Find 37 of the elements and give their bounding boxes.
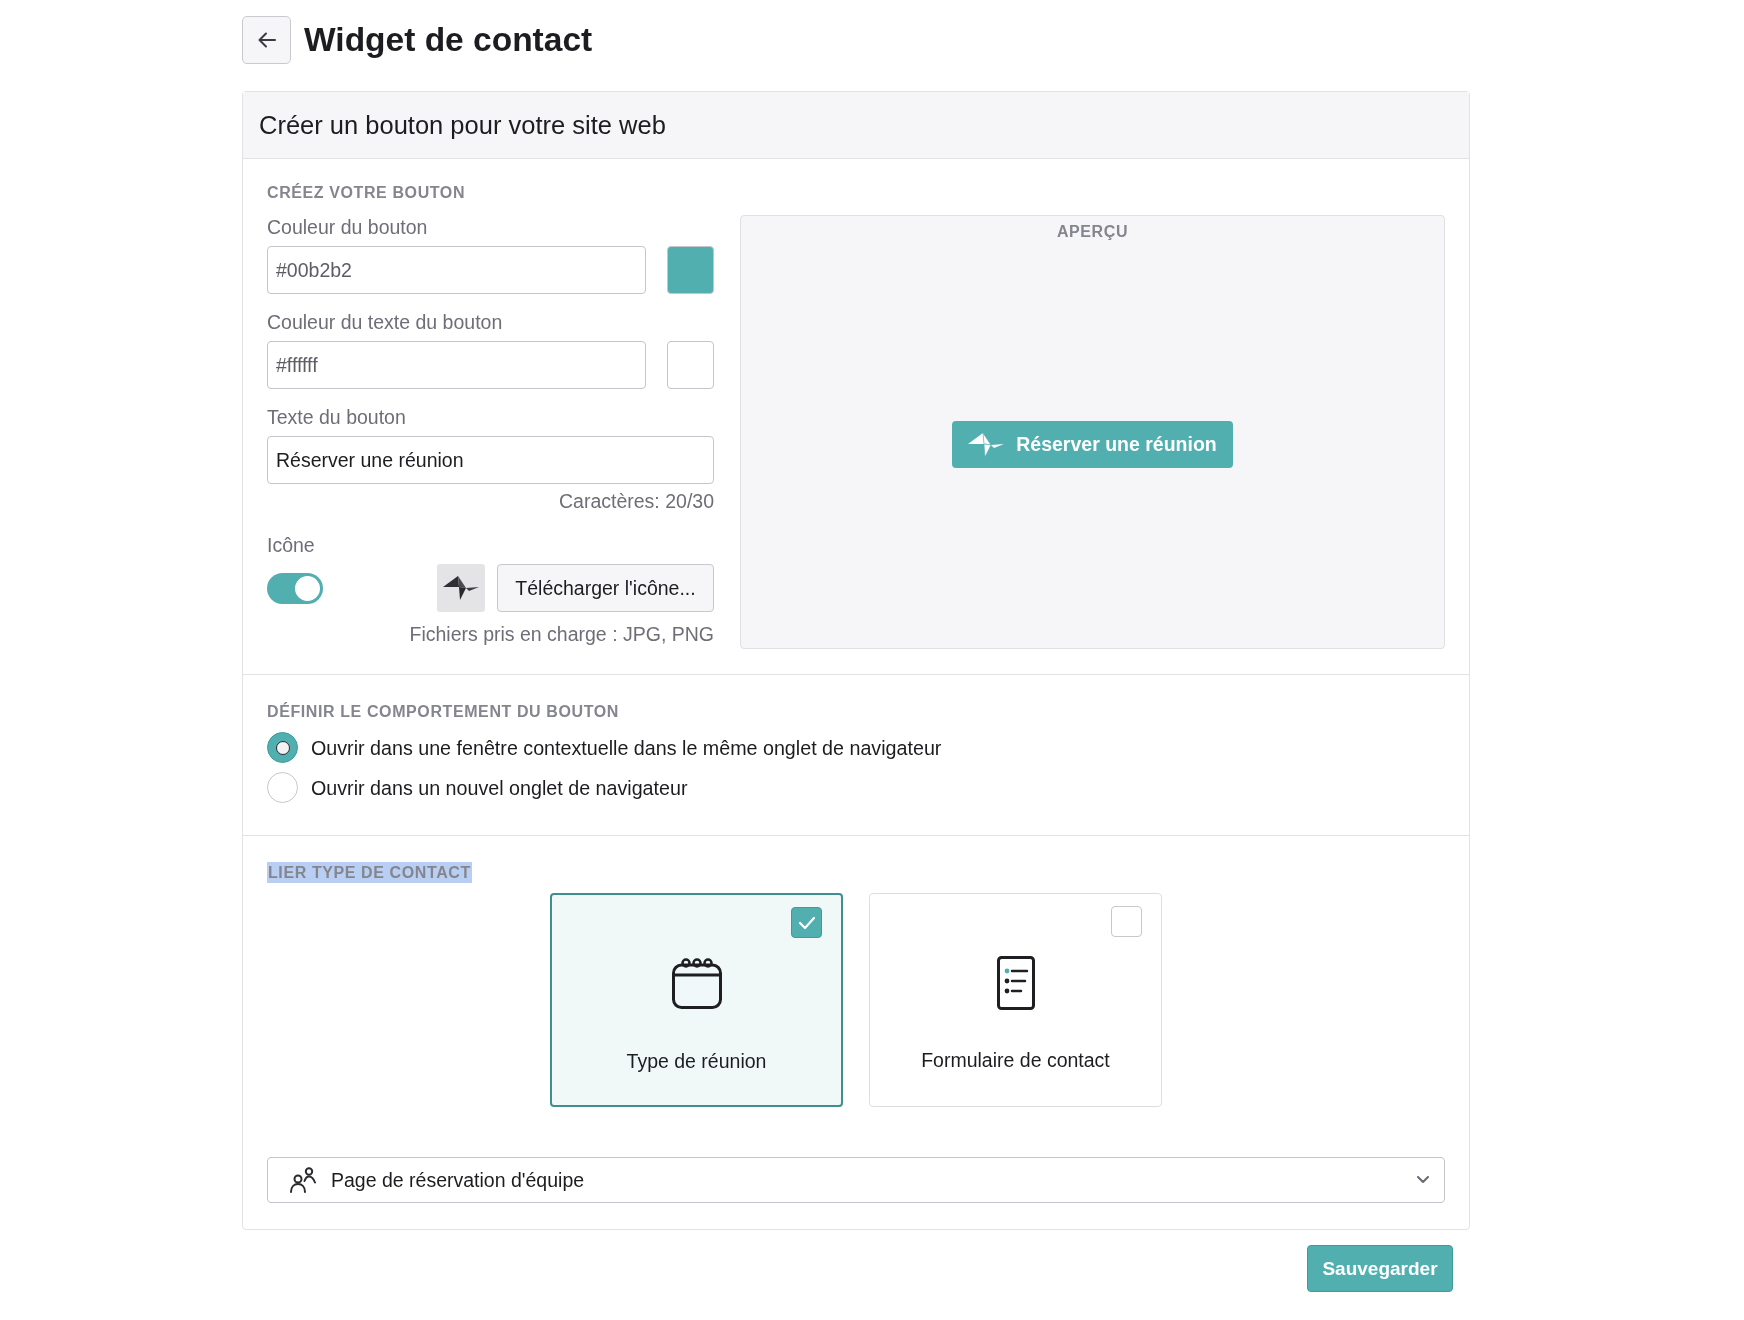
hex-input-field[interactable]: #ffffff xyxy=(267,341,646,389)
character-counter: Caractères: 20/30 xyxy=(559,490,714,512)
radio-button[interactable] xyxy=(267,772,298,803)
calendar-icon xyxy=(671,957,722,1009)
text-input-field[interactable]: Réserver une réunion xyxy=(267,436,714,484)
page-title: Widget de contact xyxy=(304,20,593,60)
paper-bird-icon xyxy=(968,432,1005,457)
upload-icon-button[interactable]: Télécharger l'icône... xyxy=(497,564,714,612)
team-page-dropdown[interactable]: Page de réservation d'équipe xyxy=(267,1157,1445,1203)
hex-input-field[interactable]: #00b2b2 xyxy=(267,246,646,294)
color-swatch[interactable] xyxy=(667,341,714,389)
option-label[interactable]: Ouvrir dans une fenêtre contextuelle dans le même onglet de navigateur xyxy=(311,736,942,759)
back-arrow-icon xyxy=(257,32,276,48)
field-label: Icône xyxy=(267,534,315,556)
section-heading: CRÉEZ VOTRE BOUTON xyxy=(267,184,466,202)
file-hint: Fichiers pris en charge : JPG, PNG xyxy=(409,623,714,645)
people-icon xyxy=(289,1167,317,1193)
field-label: Texte du bouton xyxy=(267,406,406,428)
chevron-down-icon xyxy=(1417,1176,1429,1184)
checkmark-icon xyxy=(797,915,816,930)
card-title: Créer un bouton pour votre site web xyxy=(259,110,666,140)
checkbox[interactable] xyxy=(791,907,822,938)
icon-toggle[interactable] xyxy=(267,572,323,604)
paper-bird-icon xyxy=(437,564,485,612)
form-document-icon xyxy=(996,956,1035,1010)
radio-button[interactable] xyxy=(267,732,298,763)
contact-type-card[interactable]: Formulaire de contact xyxy=(869,893,1162,1107)
field-label: Couleur du bouton xyxy=(267,216,428,238)
checkbox[interactable] xyxy=(1111,906,1142,937)
preview-heading: APERÇU xyxy=(1056,223,1129,241)
section-heading: LIER TYPE DE CONTACT xyxy=(267,862,472,883)
back-button[interactable] xyxy=(242,16,291,64)
color-swatch[interactable] xyxy=(667,246,714,294)
field-label: Couleur du texte du bouton xyxy=(267,311,503,333)
contact-type-card[interactable]: Type de réunion xyxy=(550,893,843,1107)
section-heading: DÉFINIR LE COMPORTEMENT DU BOUTON xyxy=(267,703,620,721)
option-label[interactable]: Ouvrir dans un nouvel onglet de navigateur xyxy=(311,776,688,799)
